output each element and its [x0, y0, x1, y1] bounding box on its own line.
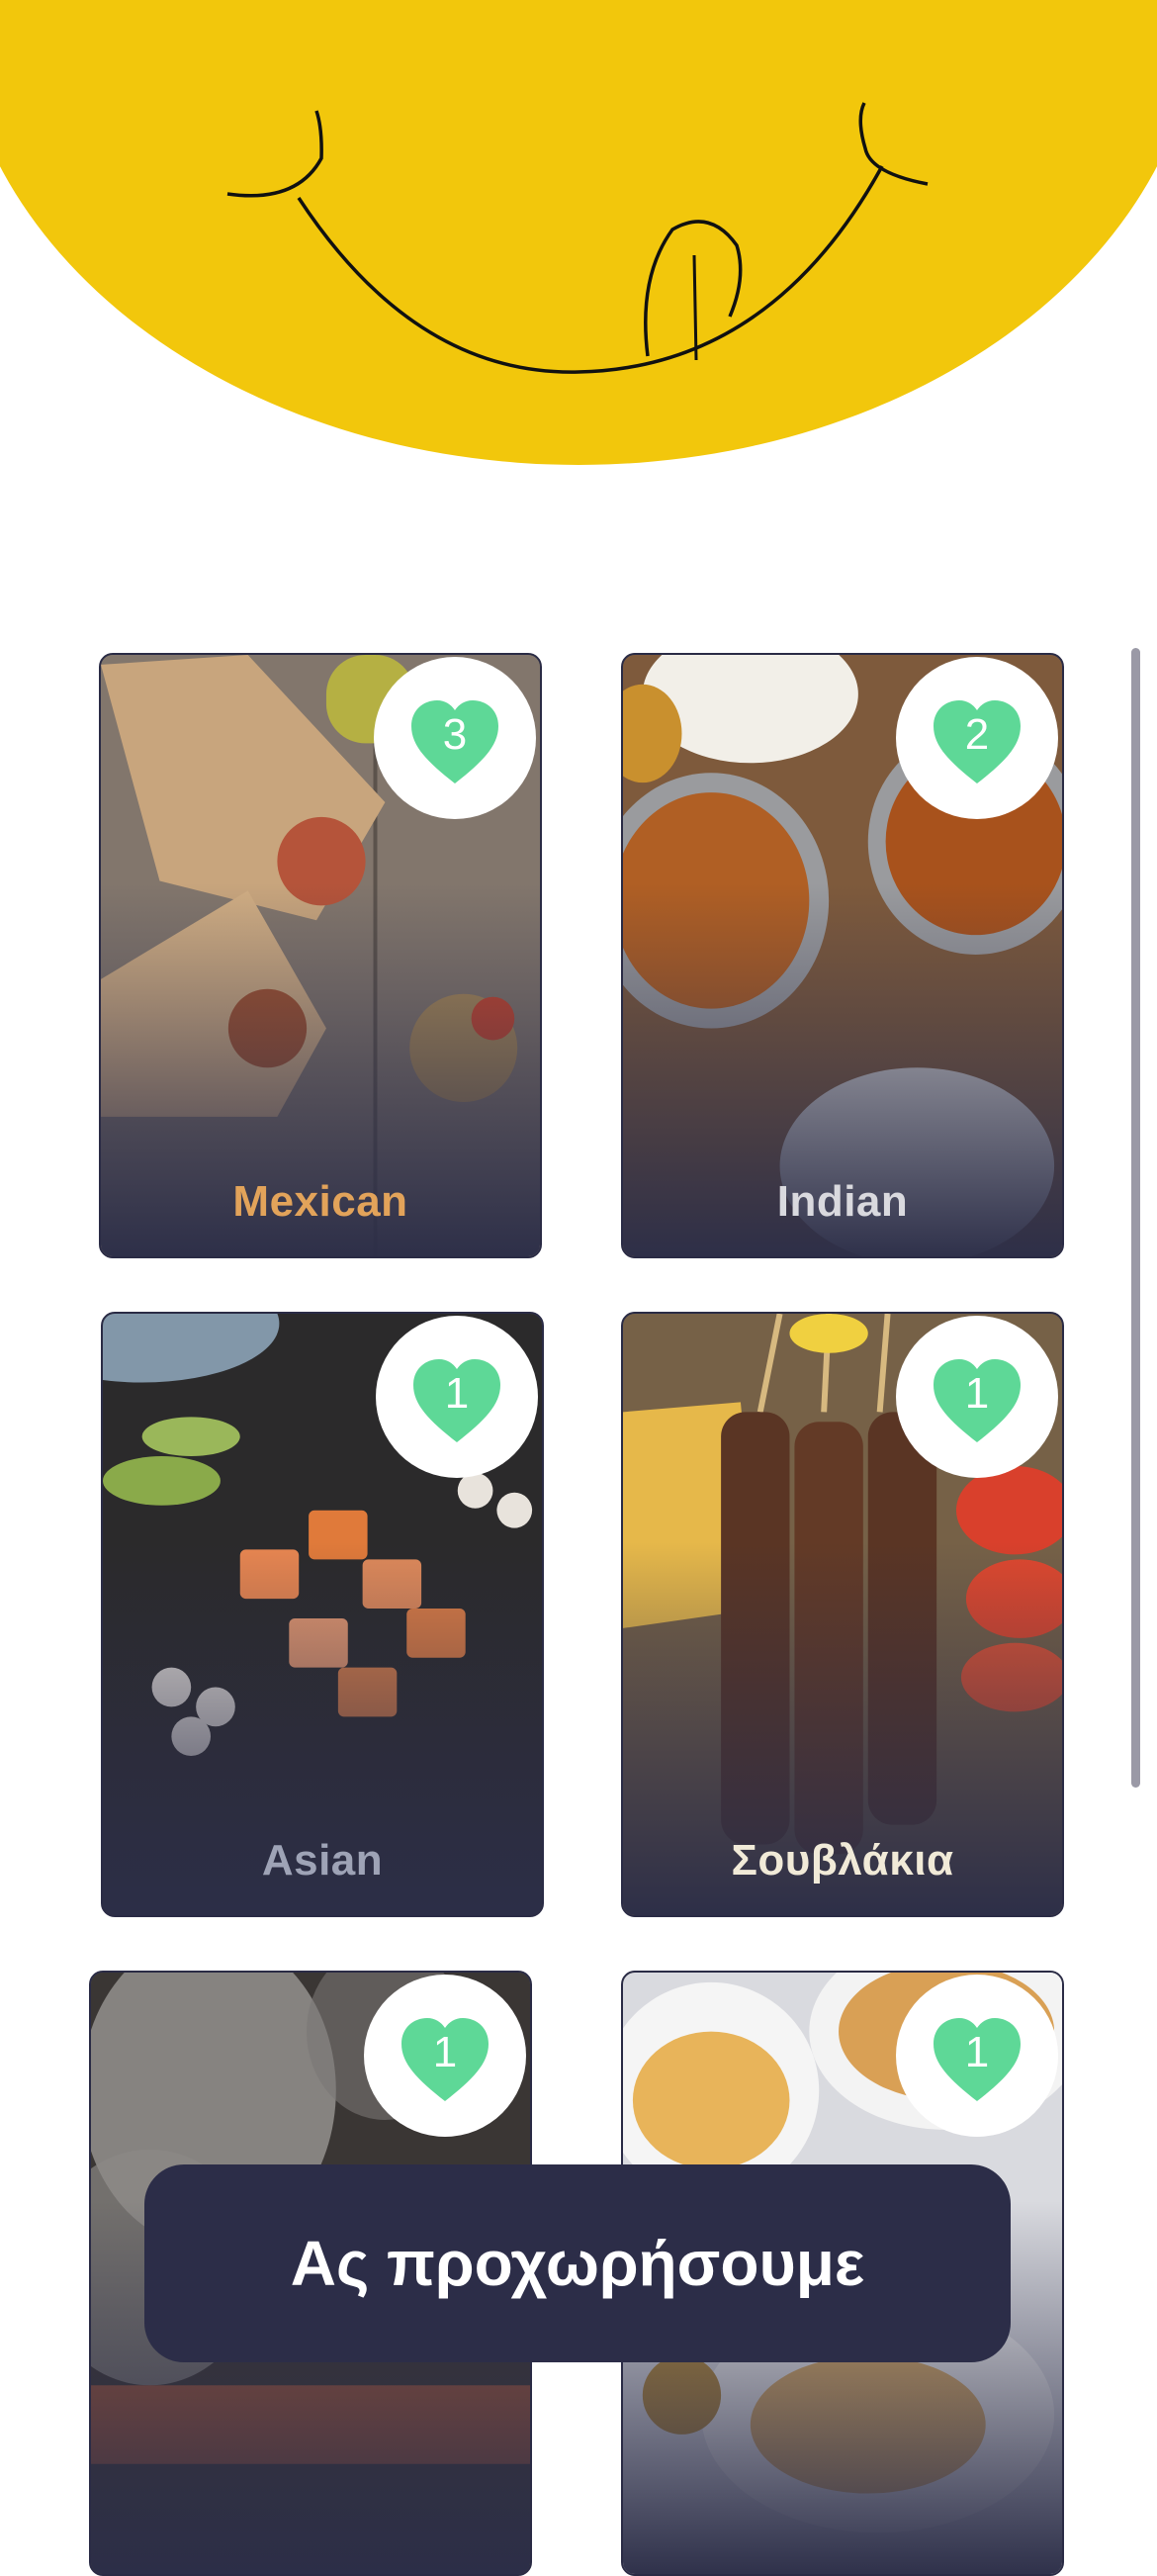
category-card-asian[interactable]: 1 Asian — [101, 1312, 544, 1917]
like-count: 1 — [444, 1369, 470, 1418]
like-count: 1 — [964, 2028, 990, 2076]
category-card-indian[interactable]: 2 Indian — [621, 653, 1064, 1258]
like-badge: 1 — [364, 1975, 526, 2137]
like-count: 1 — [964, 1369, 990, 1418]
like-count: 3 — [442, 710, 468, 759]
like-badge: 1 — [376, 1316, 538, 1478]
category-card-mexican[interactable]: 3 Mexican — [99, 653, 542, 1258]
smiley-header-illustration — [0, 0, 1157, 475]
like-count: 2 — [964, 710, 990, 759]
category-label: Mexican — [232, 1177, 408, 1226]
like-count: 1 — [432, 2028, 458, 2076]
like-badge: 2 — [896, 657, 1058, 819]
category-label: Asian — [261, 1836, 384, 1885]
like-badge: 1 — [896, 1316, 1058, 1478]
category-label: Indian — [776, 1177, 909, 1226]
scrollbar[interactable] — [1131, 648, 1140, 1788]
category-label: Σουβλάκια — [731, 1836, 954, 1885]
like-badge: 1 — [896, 1975, 1058, 2137]
like-badge: 3 — [374, 657, 536, 819]
proceed-button[interactable]: Ας προχωρήσουμε — [144, 2164, 1011, 2362]
category-card-souvlaki[interactable]: 1 Σουβλάκια — [621, 1312, 1064, 1917]
